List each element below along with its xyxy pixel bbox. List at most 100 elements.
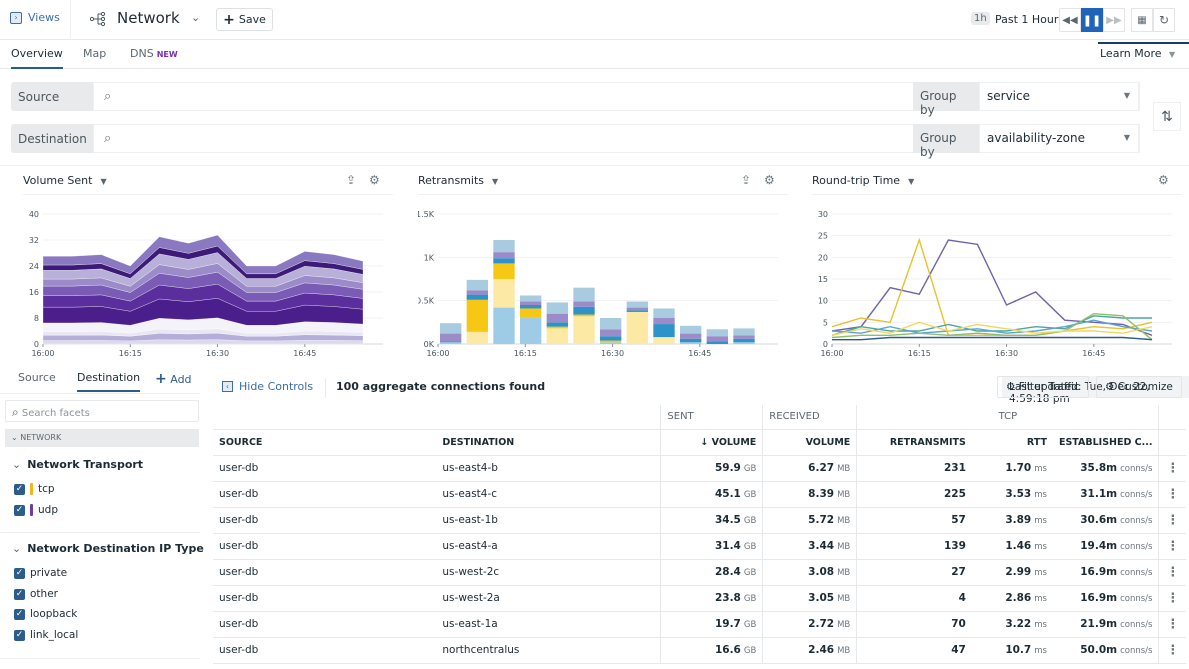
- facet-group-destination-ip-type[interactable]: Network Destination IP Type: [12, 542, 204, 555]
- tab-dns[interactable]: DNS NEW: [130, 47, 178, 60]
- table-row[interactable]: user-db us-east-1b 34.5 GB 5.72 MB 57 3.89 ms 30.…: [213, 507, 1186, 534]
- time-range-label[interactable]: Past 1 Hour: [995, 13, 1058, 26]
- bar-segment: [520, 317, 542, 344]
- column-header-source[interactable]: SOURCE: [213, 429, 437, 456]
- table-row[interactable]: user-db us-east4-c 45.1 GB 8.39 MB 225 3.53 ms 31…: [213, 481, 1186, 508]
- value: 231: [943, 462, 966, 474]
- bar-segment: [680, 338, 702, 343]
- bar-segment: [626, 311, 648, 344]
- pause-button[interactable]: ❚❚: [1081, 8, 1103, 32]
- refresh-button[interactable]: ↻: [1153, 8, 1175, 32]
- column-header-retransmits[interactable]: RETRANSMITS: [856, 429, 972, 456]
- checkbox-checked-icon[interactable]: ✓: [14, 629, 25, 641]
- value: 16.9m: [1080, 566, 1118, 578]
- fast-forward-button[interactable]: ▶▶: [1103, 8, 1125, 32]
- facet-group-network-transport[interactable]: Network Transport: [12, 458, 143, 471]
- row-actions-kebab-icon[interactable]: ⋮: [1158, 507, 1186, 534]
- facet-item-link-local[interactable]: ✓ link_local: [14, 629, 78, 641]
- table-row[interactable]: user-db us-west-2c 28.4 GB 3.08 MB 27 2.99 ms 16.…: [213, 559, 1186, 586]
- calendar-button[interactable]: ▦: [1131, 8, 1153, 32]
- gear-icon[interactable]: ⚙: [764, 173, 775, 187]
- views-button[interactable]: › Views: [10, 11, 60, 24]
- table-row[interactable]: user-db us-east4-b 59.9 GB 6.27 MB 231 1.70 ms 35…: [213, 455, 1186, 482]
- row-actions-kebab-icon[interactable]: ⋮: [1158, 455, 1186, 482]
- row-actions-kebab-icon[interactable]: ⋮: [1158, 559, 1186, 586]
- value: 1.46: [1005, 540, 1032, 552]
- rewind-button[interactable]: ◀◀: [1059, 8, 1081, 32]
- row-actions-kebab-icon[interactable]: ⋮: [1158, 637, 1186, 664]
- facet-item-private[interactable]: ✓ private: [14, 567, 67, 579]
- tab-overview[interactable]: Overview: [11, 47, 63, 69]
- unit: MB: [837, 542, 851, 552]
- value: 50.0m: [1080, 644, 1118, 656]
- search-facets-input[interactable]: ⌕ Search facets: [5, 400, 199, 422]
- export-icon[interactable]: ⇪: [741, 173, 751, 187]
- table-row[interactable]: user-db us-west-2a 23.8 GB 3.05 MB 4 2.86 ms 16.9…: [213, 585, 1186, 612]
- network-section-header[interactable]: ⌄ NETWORK: [5, 429, 199, 447]
- time-range-badge[interactable]: 1h: [971, 12, 990, 25]
- established-connections-cell: 50.0m conns/s: [1052, 637, 1159, 664]
- bar-segment: [440, 333, 462, 342]
- established-connections-cell: 35.8m conns/s: [1052, 455, 1159, 482]
- round-trip-time-plot: 0 5 10 15 20 25 30 16:00 16:15 16:30 16:45: [818, 210, 1172, 358]
- column-header-destination[interactable]: DESTINATION: [436, 429, 661, 456]
- source-group-by-select[interactable]: service: [979, 82, 1139, 111]
- table-row[interactable]: user-db us-east4-a 31.4 GB 3.44 MB 139 1.46 ms 19…: [213, 533, 1186, 560]
- checkbox-checked-icon[interactable]: ✓: [14, 483, 25, 495]
- chart-title-dropdown[interactable]: Round-trip Time ▼: [812, 174, 914, 187]
- destination-group-by-select[interactable]: availability-zone: [979, 124, 1139, 153]
- checkbox-checked-icon[interactable]: ✓: [14, 567, 25, 579]
- source-filter-label: Source: [11, 82, 93, 111]
- bar-segment: [733, 328, 755, 336]
- value: 8.39: [808, 488, 835, 500]
- column-header-established-connections[interactable]: ESTABLISHED C...: [1052, 429, 1159, 456]
- tab-map[interactable]: Map: [83, 47, 106, 60]
- unit: ms: [1034, 464, 1047, 474]
- source-cell: user-db: [213, 455, 437, 482]
- title-dropdown-chevron-icon[interactable]: ⌄: [191, 11, 200, 24]
- save-button[interactable]: + Save: [216, 8, 273, 31]
- rtt-cell: 3.89 ms: [971, 507, 1053, 534]
- chart-header: Volume Sent ▼ ⇪ ⚙: [23, 166, 393, 195]
- bar-segment: [573, 306, 595, 315]
- sidebar-tab-destination[interactable]: Destination: [77, 371, 141, 392]
- bar-segment: [653, 324, 675, 338]
- filter-area: Source ⌕ Destination ⌕ Group by service …: [0, 69, 1189, 166]
- checkbox-checked-icon[interactable]: ✓: [14, 504, 25, 516]
- checkbox-checked-icon[interactable]: ✓: [14, 608, 25, 620]
- table-row[interactable]: user-db northcentralus 16.6 GB 2.46 MB 47 10.7 m…: [213, 637, 1186, 664]
- row-actions-kebab-icon[interactable]: ⋮: [1158, 533, 1186, 560]
- add-facet-button[interactable]: + Add: [155, 371, 192, 387]
- pause-icon: ❚❚: [1082, 13, 1102, 27]
- facet-item-tcp[interactable]: ✓ tcp: [14, 483, 55, 495]
- row-actions-kebab-icon[interactable]: ⋮: [1158, 585, 1186, 612]
- bar-segment: [546, 302, 568, 314]
- facet-item-udp[interactable]: ✓ udp: [14, 504, 58, 516]
- chart-title-dropdown[interactable]: Volume Sent ▼: [23, 174, 107, 187]
- value: 3.44: [808, 540, 835, 552]
- unit: MB: [837, 516, 851, 526]
- column-header-received-volume[interactable]: VOLUME: [762, 429, 857, 456]
- gear-icon[interactable]: ⚙: [1158, 173, 1169, 187]
- sidebar-tab-source[interactable]: Source: [18, 371, 56, 384]
- export-icon[interactable]: ⇪: [346, 173, 356, 187]
- row-actions-kebab-icon[interactable]: ⋮: [1158, 481, 1186, 508]
- facet-item-loopback[interactable]: ✓ loopback: [14, 608, 77, 620]
- chart-title-dropdown[interactable]: Retransmits ▼: [418, 174, 498, 187]
- table-row[interactable]: user-db us-east-1a 19.7 GB 2.72 MB 70 3.22 ms 21.…: [213, 611, 1186, 638]
- facet-item-other[interactable]: ✓ other: [14, 588, 58, 600]
- bar-segment: [733, 335, 755, 339]
- column-header-sent-volume[interactable]: ↓ VOLUME: [660, 429, 763, 456]
- row-actions-kebab-icon[interactable]: ⋮: [1158, 611, 1186, 638]
- established-connections-cell: 31.1m conns/s: [1052, 481, 1159, 508]
- destination-cell: us-east4-b: [436, 455, 661, 482]
- checkbox-checked-icon[interactable]: ✓: [14, 588, 25, 600]
- filter-traffic-button[interactable]: ⚙ Filter Traffic: [997, 376, 1089, 398]
- hide-controls-button[interactable]: ‹ Hide Controls: [222, 380, 313, 393]
- gear-icon[interactable]: ⚙: [369, 173, 380, 187]
- learn-more-dropdown[interactable]: Learn More ▼: [1097, 42, 1189, 60]
- swap-source-destination-button[interactable]: ⇅: [1153, 102, 1181, 131]
- customize-button[interactable]: ⚙ Customize: [1096, 376, 1182, 398]
- column-header-rtt[interactable]: RTT: [971, 429, 1053, 456]
- bar-segment: [706, 341, 728, 344]
